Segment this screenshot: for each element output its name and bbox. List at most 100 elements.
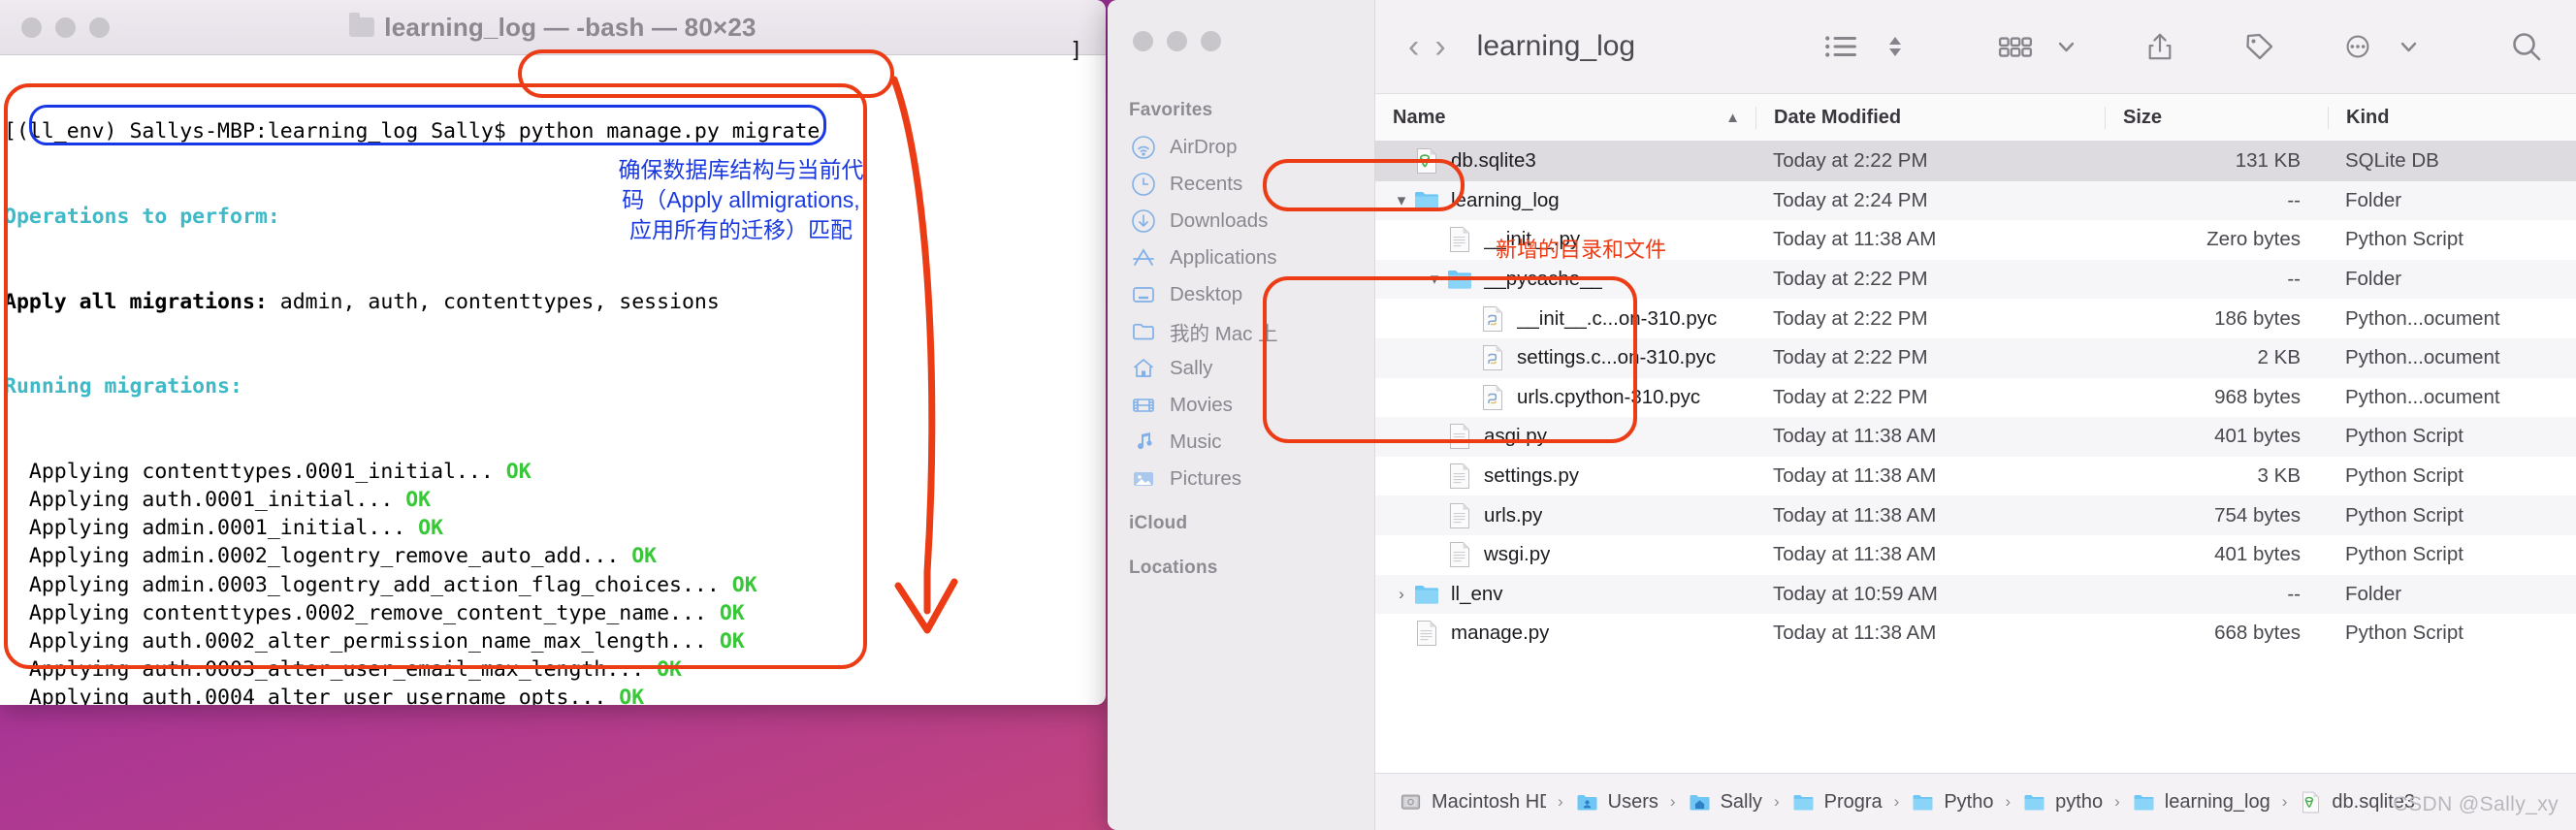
column-header-date[interactable]: Date Modified [1755, 106, 2105, 129]
sidebar-item-mac[interactable]: 我的 Mac 上 [1108, 313, 1374, 350]
disclosure-triangle[interactable]: ▾ [1422, 270, 1447, 289]
migration-line: Applying auth.0004_alter_user_username_o… [4, 684, 1106, 705]
table-row[interactable]: db.sqlite3 Today at 2:22 PM 131 KB SQLite D… [1375, 142, 2576, 181]
disclosure-triangle[interactable]: ▾ [1389, 191, 1414, 210]
minimize-button[interactable] [1167, 31, 1187, 51]
breadcrumb-item[interactable]: Users [1575, 790, 1658, 814]
cell-date-modified: Today at 11:38 AM [1773, 622, 1937, 645]
search-button[interactable] [2502, 24, 2551, 69]
applying-prefix: Applying admin.0003_logentry_add_action_… [4, 572, 732, 597]
cell-size: 401 bytes [2214, 425, 2301, 448]
migration-line: Applying auth.0003_alter_user_email_max_… [4, 655, 1106, 684]
column-header-kind[interactable]: Kind [2328, 106, 2576, 129]
sidebar-item-desktop[interactable]: Desktop [1108, 276, 1374, 313]
sidebar-item-label: 我的 Mac 上 [1170, 323, 1278, 345]
table-row[interactable]: urls.py Today at 11:38 AM 754 bytes Python … [1375, 495, 2576, 535]
apply-all-label: Apply all migrations: [4, 289, 268, 314]
breadcrumb-item[interactable]: Sally [1688, 790, 1762, 814]
table-row[interactable]: asgi.py Today at 11:38 AM 401 bytes Python … [1375, 417, 2576, 457]
breadcrumb-label: Macintosh HD [1432, 790, 1546, 813]
cell-size: 401 bytes [2214, 543, 2301, 566]
finder-window[interactable]: Favorites AirDrop Recents Downloads Applicat… [1108, 0, 2576, 830]
table-row[interactable]: manage.py Today at 11:38 AM 668 bytes Pytho… [1375, 614, 2576, 654]
table-row[interactable]: ▾ learning_log Today at 2:24 PM -- Folder [1375, 180, 2576, 221]
view-list-button[interactable] [1816, 24, 1866, 69]
cell-kind: Python Script [2345, 503, 2463, 527]
breadcrumb-item[interactable]: pytho [2022, 790, 2103, 814]
close-button[interactable] [21, 16, 42, 38]
film-icon [1133, 399, 1154, 412]
migration-status: OK [719, 628, 745, 654]
breadcrumb-item[interactable]: learning_log [2132, 790, 2270, 814]
tag-button[interactable] [2234, 24, 2284, 69]
cell-size: 2 KB [2257, 346, 2301, 369]
cell-name: asgi.py [1375, 422, 1755, 451]
column-headers[interactable]: Name ▲ Date Modified Size Kind [1375, 94, 2576, 142]
breadcrumb-separator: › [2281, 792, 2288, 811]
sidebar-item-label: Pictures [1170, 467, 1242, 490]
sort-button[interactable] [1878, 24, 1913, 69]
breadcrumb-label: pytho [2055, 790, 2104, 813]
folder-icon [1415, 585, 1438, 604]
sidebar-item-music[interactable]: Music [1108, 424, 1374, 461]
breadcrumb-label: Users [1607, 790, 1658, 813]
file-name: __init__.py [1484, 228, 1581, 251]
file-name: __pycache__ [1484, 268, 1602, 291]
finder-traffic-lights[interactable] [1133, 31, 1374, 51]
more-actions-chevron[interactable] [2393, 24, 2425, 69]
share-button[interactable] [2135, 24, 2185, 69]
cell-date-modified: Today at 11:38 AM [1773, 425, 1937, 448]
table-row[interactable]: __init__.c...on-310.pyc Today at 2:22 PM 1… [1375, 299, 2576, 338]
more-actions-button[interactable] [2333, 24, 2383, 69]
table-row[interactable]: ▾ __pycache__ Today at 2:22 PM -- Folder [1375, 259, 2576, 300]
minimize-button[interactable] [55, 16, 76, 38]
terminal-titlebar[interactable]: learning_log — -bash — 80×23 [0, 0, 1106, 55]
finder-toolbar[interactable]: ‹ › learning_log [1375, 0, 2576, 94]
cell-date-modified: Today at 11:38 AM [1773, 464, 1937, 488]
group-by-chevron[interactable] [2050, 24, 2082, 69]
group-by-button[interactable] [1990, 24, 2041, 69]
terminal-title: learning_log — -bash — 80×23 [384, 12, 757, 42]
disclosure-triangle[interactable]: › [1389, 585, 1414, 604]
table-row[interactable]: › ll_env Today at 10:59 AM -- Folder [1375, 574, 2576, 615]
table-row[interactable]: wsgi.py Today at 11:38 AM 401 bytes Python … [1375, 535, 2576, 575]
column-header-name[interactable]: Name ▲ [1375, 107, 1755, 129]
forward-button[interactable]: › [1427, 24, 1453, 69]
migration-status: OK [719, 600, 745, 625]
file-list[interactable]: db.sqlite3 Today at 2:22 PM 131 KB SQLite D… [1375, 142, 2576, 773]
back-button[interactable]: ‹ [1401, 24, 1427, 69]
terminal-traffic-lights[interactable] [21, 16, 110, 38]
table-row[interactable]: __init__.py Today at 11:38 AM Zero bytes Py… [1375, 220, 2576, 260]
zoom-button[interactable] [1201, 31, 1221, 51]
sidebar-item-downloads[interactable]: Downloads [1108, 203, 1374, 239]
terminal-output[interactable]: [(ll_env) Sallys-MBP:learning_log Sally$… [0, 55, 1106, 705]
close-button[interactable] [1133, 31, 1153, 51]
cell-size: 186 bytes [2214, 306, 2301, 330]
sidebar-item-sally[interactable]: Sally [1108, 350, 1374, 387]
cell-name: __init__.py [1375, 225, 1755, 254]
breadcrumb-item[interactable]: Macintosh HD [1399, 790, 1546, 814]
folder-icon [2134, 794, 2154, 810]
table-row[interactable]: urls.cpython-310.pyc Today at 2:22 PM 968 … [1375, 378, 2576, 418]
sidebar-item-airdrop[interactable]: AirDrop [1108, 129, 1374, 166]
table-row[interactable]: settings.py Today at 11:38 AM 3 KB Python S… [1375, 457, 2576, 496]
finder-sidebar[interactable]: Favorites AirDrop Recents Downloads Applicat… [1108, 0, 1375, 830]
breadcrumb-separator: › [1669, 792, 1676, 811]
breadcrumb-label: Sally [1720, 790, 1762, 813]
folder-icon [1793, 794, 1814, 810]
sqlite-file-icon [2302, 791, 2320, 813]
cell-date-modified: Today at 2:22 PM [1773, 385, 1928, 408]
table-row[interactable]: settings.c...on-310.pyc Today at 2:22 PM 2… [1375, 337, 2576, 378]
breadcrumb-item[interactable]: Progra [1791, 790, 1883, 814]
sidebar-item-movies[interactable]: Movies [1108, 387, 1374, 424]
sidebar-item-pictures[interactable]: Pictures [1108, 461, 1374, 497]
sidebar-item-recents[interactable]: Recents [1108, 166, 1374, 203]
zoom-button[interactable] [89, 16, 110, 38]
cell-name: wsgi.py [1375, 540, 1755, 569]
breadcrumb-separator: › [1773, 792, 1780, 811]
file-name: asgi.py [1484, 425, 1547, 448]
sidebar-item-applications[interactable]: Applications [1108, 239, 1374, 276]
column-header-size[interactable]: Size [2105, 106, 2328, 129]
terminal-window[interactable]: learning_log — -bash — 80×23 [(ll_env) S… [0, 0, 1106, 705]
breadcrumb-item[interactable]: Pytho [1911, 790, 1993, 814]
